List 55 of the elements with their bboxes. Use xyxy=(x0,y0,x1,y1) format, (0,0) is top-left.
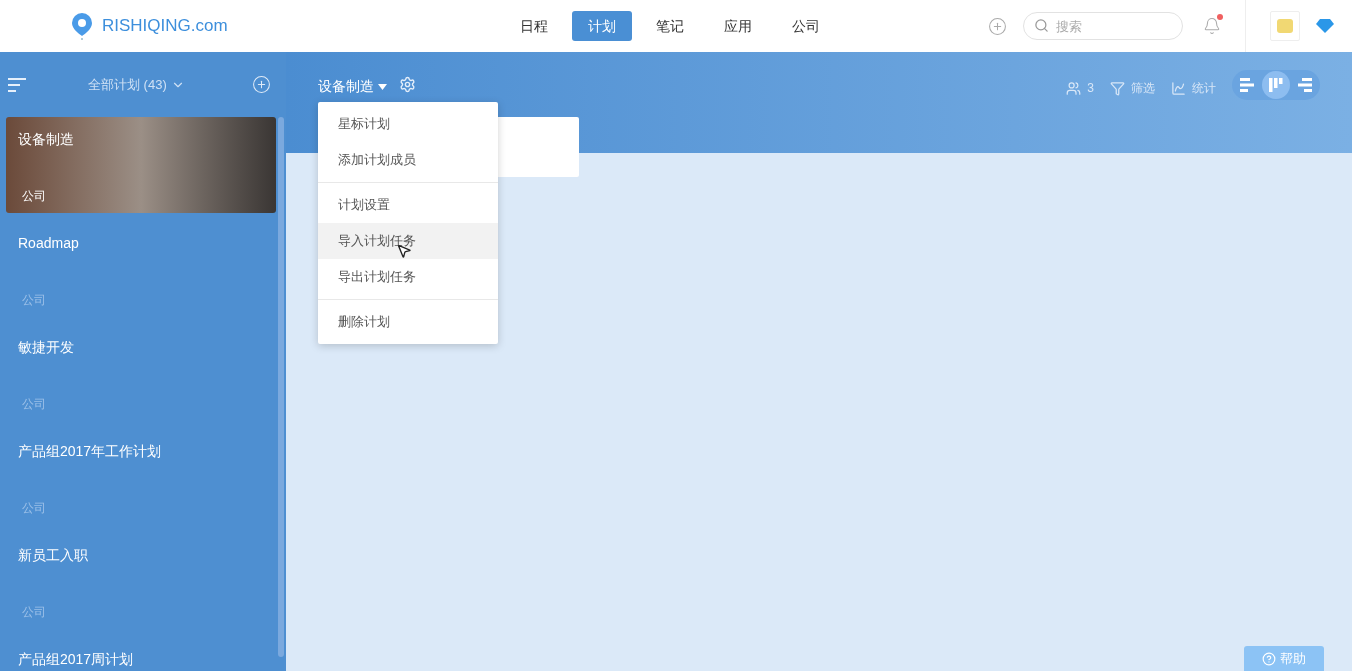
line-chart-icon xyxy=(1171,80,1186,96)
plan-title: Roadmap xyxy=(18,234,80,253)
plan-card[interactable]: 敏捷开发 公司 xyxy=(6,325,276,421)
plan-card[interactable]: Roadmap 公司 xyxy=(6,221,276,317)
notification-bell-icon[interactable] xyxy=(1203,17,1221,35)
nav-tab[interactable]: 公司 xyxy=(776,11,836,41)
plan-group: 公司 xyxy=(18,499,276,517)
menu-item[interactable]: 删除计划 xyxy=(318,304,498,340)
menu-item[interactable]: 导入计划任务 xyxy=(318,223,498,259)
plan-card[interactable]: 新员工入职 公司 xyxy=(6,533,276,629)
add-icon[interactable] xyxy=(988,16,1007,36)
help-button[interactable]: 帮助 xyxy=(1244,646,1324,671)
plan-card[interactable]: 产品组2017年工作计划 公司 xyxy=(6,429,276,525)
search-field[interactable]: 搜索 xyxy=(1023,12,1183,40)
nav-tab[interactable]: 日程 xyxy=(504,11,564,41)
settings-icon[interactable] xyxy=(399,76,416,93)
plan-title: 产品组2017年工作计划 xyxy=(18,442,163,461)
plan-title: 设备制造 xyxy=(18,130,75,149)
plan-title-dropdown[interactable]: 设备制造 xyxy=(318,76,387,97)
filter-button[interactable]: 筛选 xyxy=(1110,79,1155,97)
plan-group: 公司 xyxy=(18,603,276,621)
menu-item[interactable]: 添加计划成员 xyxy=(318,142,498,178)
diamond-icon[interactable] xyxy=(1316,19,1334,33)
nav-tab[interactable]: 计划 xyxy=(572,11,632,41)
logo-pin-icon xyxy=(70,12,94,40)
help-icon xyxy=(1262,651,1276,666)
plan-title: 产品组2017周计划 xyxy=(18,650,135,669)
plan-title: 新员工入职 xyxy=(18,546,89,565)
search-icon xyxy=(1034,18,1049,33)
plan-group: 公司 xyxy=(18,187,276,205)
plan-card[interactable]: 产品组2017周计划 xyxy=(6,637,276,671)
plan-group: 公司 xyxy=(18,395,276,413)
filter-icon xyxy=(1110,80,1125,96)
bars-right-icon xyxy=(1296,78,1312,92)
members-button[interactable]: 3 xyxy=(1066,79,1094,97)
bars-left-icon xyxy=(1240,78,1256,92)
menu-icon[interactable] xyxy=(8,76,26,93)
menu-item[interactable]: 计划设置 xyxy=(318,187,498,223)
add-plan-icon[interactable] xyxy=(252,75,271,94)
plan-filter-dropdown[interactable]: 全部计划 (43) xyxy=(88,74,185,95)
plan-card[interactable]: 设备制造 公司 xyxy=(6,117,276,213)
stats-button[interactable]: 统计 xyxy=(1171,79,1216,97)
menu-item[interactable]: 星标计划 xyxy=(318,106,498,142)
plan-title: 敏捷开发 xyxy=(18,338,75,357)
users-icon xyxy=(1066,80,1082,96)
avatar-icon[interactable] xyxy=(1270,11,1300,41)
nav-tab[interactable]: 笔记 xyxy=(640,11,700,41)
scrollbar-thumb[interactable] xyxy=(278,117,284,657)
menu-item[interactable]: 导出计划任务 xyxy=(318,259,498,295)
nav-tab[interactable]: 应用 xyxy=(708,11,768,41)
plan-group: 公司 xyxy=(18,291,276,309)
view-toggle[interactable] xyxy=(1262,71,1290,99)
caret-down-icon xyxy=(378,83,387,90)
columns-icon xyxy=(1269,78,1283,92)
logo-text: RISHIQING.com xyxy=(102,15,228,38)
